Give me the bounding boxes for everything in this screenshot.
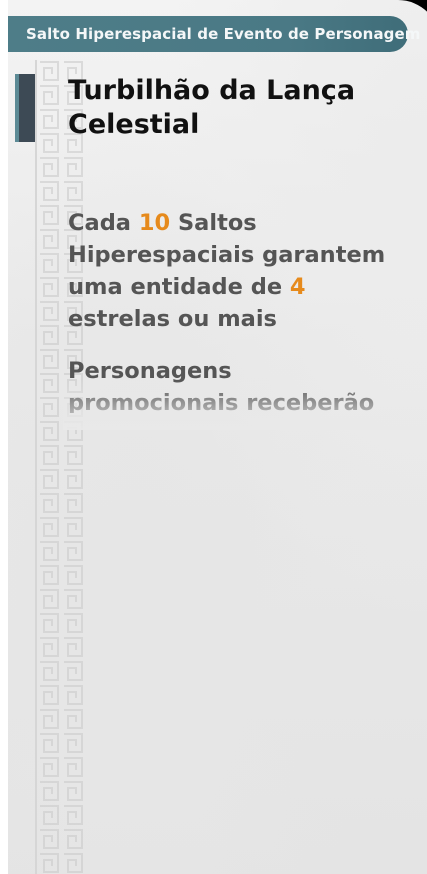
- character-title: Turbilhão da Lança Celestial: [68, 75, 356, 140]
- pity-guarantee-text: Cada 10 Saltos Hiperespaciais garantem u…: [68, 210, 386, 332]
- banner-type-header: Salto Hiperespacial de Evento de Persona…: [8, 16, 420, 52]
- banner-type-title: Salto Hiperespacial de Evento de Persona…: [26, 25, 421, 43]
- event-panel: Salto Hiperespacial de Evento de Persona…: [8, 0, 427, 874]
- greek-key-pattern-icon: [38, 60, 86, 874]
- pity-star-rating: 4: [289, 274, 306, 300]
- pattern-divider: [35, 60, 37, 874]
- event-screen: Salto Hiperespacial de Evento de Persona…: [0, 0, 427, 874]
- title-accent-marker: [15, 74, 35, 142]
- pity-count: 10: [138, 210, 171, 236]
- text-fade-overlay: [63, 380, 427, 430]
